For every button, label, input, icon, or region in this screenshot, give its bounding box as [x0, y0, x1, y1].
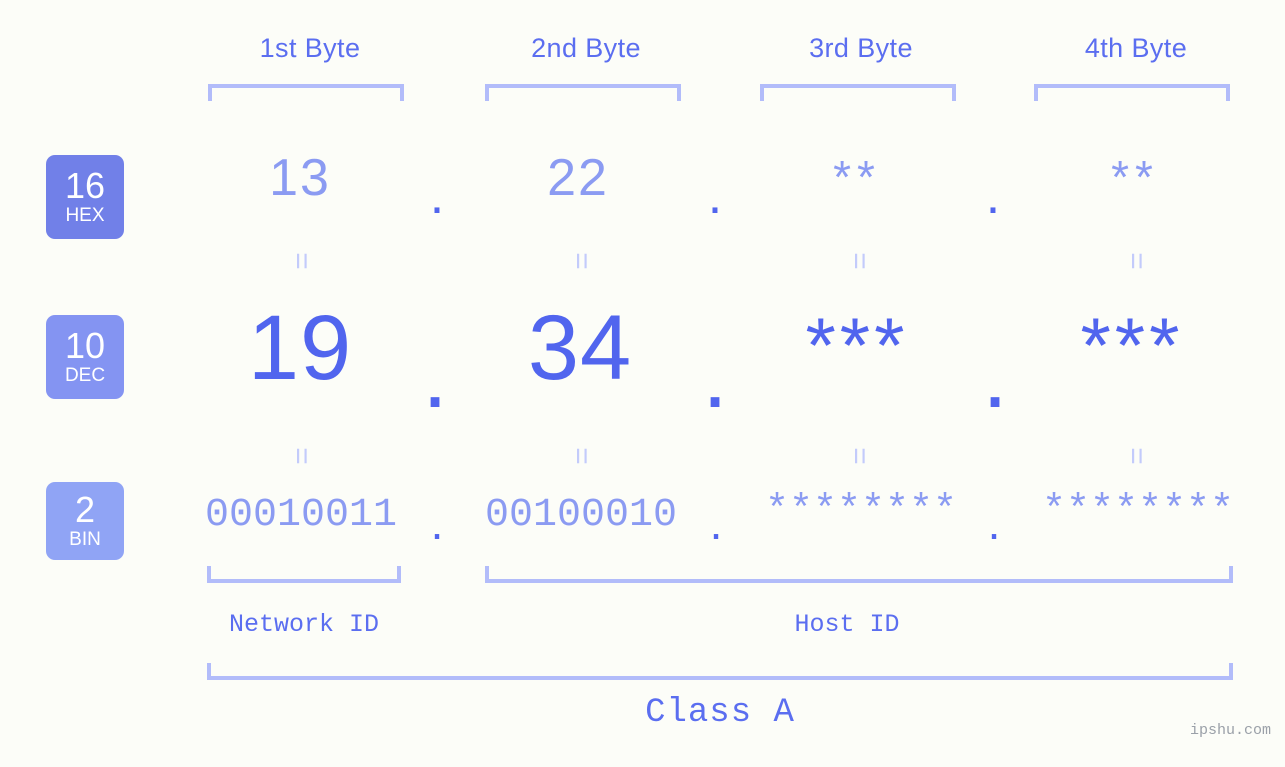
base-badge-bin-name: BIN — [69, 528, 101, 550]
bin-separator-1: . — [430, 497, 444, 549]
dec-separator-2: . — [702, 325, 728, 427]
hex-separator-2: . — [707, 167, 723, 225]
dec-byte-3: *** — [805, 301, 909, 389]
dec-separator-1: . — [422, 325, 448, 427]
byte-bracket-3 — [760, 84, 956, 101]
hex-byte-1: 13 — [269, 149, 331, 207]
ip-byte-diagram: 1st Byte 2nd Byte 3rd Byte 4th Byte 16 H… — [0, 0, 1285, 767]
bin-byte-4: ******** — [1041, 489, 1235, 534]
base-badge-dec[interactable]: 10 DEC — [46, 315, 124, 399]
base-badge-bin-number: 2 — [74, 489, 96, 531]
byte-bracket-4 — [1034, 84, 1230, 101]
class-bracket — [207, 663, 1233, 680]
byte-label-4: 4th Byte — [1084, 33, 1188, 63]
bin-separator-2: . — [709, 497, 723, 549]
base-badge-bin[interactable]: 2 BIN — [46, 482, 124, 560]
dec-byte-1: 19 — [247, 297, 353, 399]
base-badge-hex[interactable]: 16 HEX — [46, 155, 124, 239]
hex-separator-1: . — [429, 167, 445, 225]
hex-byte-4: ** — [1111, 151, 1159, 203]
class-label: Class A — [645, 694, 795, 732]
bin-byte-3: ******** — [764, 489, 958, 534]
host-id-bracket — [485, 566, 1233, 583]
bin-byte-1: 00010011 — [204, 493, 398, 538]
base-badge-hex-name: HEX — [65, 204, 105, 226]
equals-icon-hex-dec-1: = — [285, 252, 318, 270]
dec-byte-4: *** — [1080, 301, 1184, 389]
hex-separator-3: . — [985, 167, 1001, 225]
watermark: ipshu.com — [1189, 722, 1271, 739]
base-badge-dec-name: DEC — [64, 364, 106, 386]
base-badge-dec-number: 10 — [64, 325, 106, 367]
bin-byte-2: 00100010 — [484, 493, 678, 538]
bin-separator-3: . — [987, 497, 1001, 549]
equals-icon-dec-bin-1: = — [285, 447, 318, 465]
equals-icon-dec-bin-2: = — [565, 447, 598, 465]
equals-icon-hex-dec-4: = — [1120, 252, 1153, 270]
equals-icon-dec-bin-3: = — [843, 447, 876, 465]
host-id-label: Host ID — [794, 610, 900, 639]
byte-label-2: 2nd Byte — [531, 33, 641, 63]
dec-byte-2: 34 — [527, 297, 633, 399]
network-id-bracket — [207, 566, 401, 583]
byte-bracket-2 — [485, 84, 681, 101]
equals-icon-dec-bin-4: = — [1120, 447, 1153, 465]
hex-byte-2: 22 — [547, 149, 609, 207]
dec-separator-3: . — [982, 325, 1008, 427]
byte-label-3: 3rd Byte — [809, 33, 913, 63]
equals-icon-hex-dec-2: = — [565, 252, 598, 270]
hex-byte-3: ** — [833, 151, 881, 203]
base-badge-hex-number: 16 — [64, 165, 106, 207]
byte-label-1: 1st Byte — [259, 33, 361, 63]
equals-icon-hex-dec-3: = — [843, 252, 876, 270]
network-id-label: Network ID — [228, 610, 380, 639]
byte-bracket-1 — [208, 84, 404, 101]
